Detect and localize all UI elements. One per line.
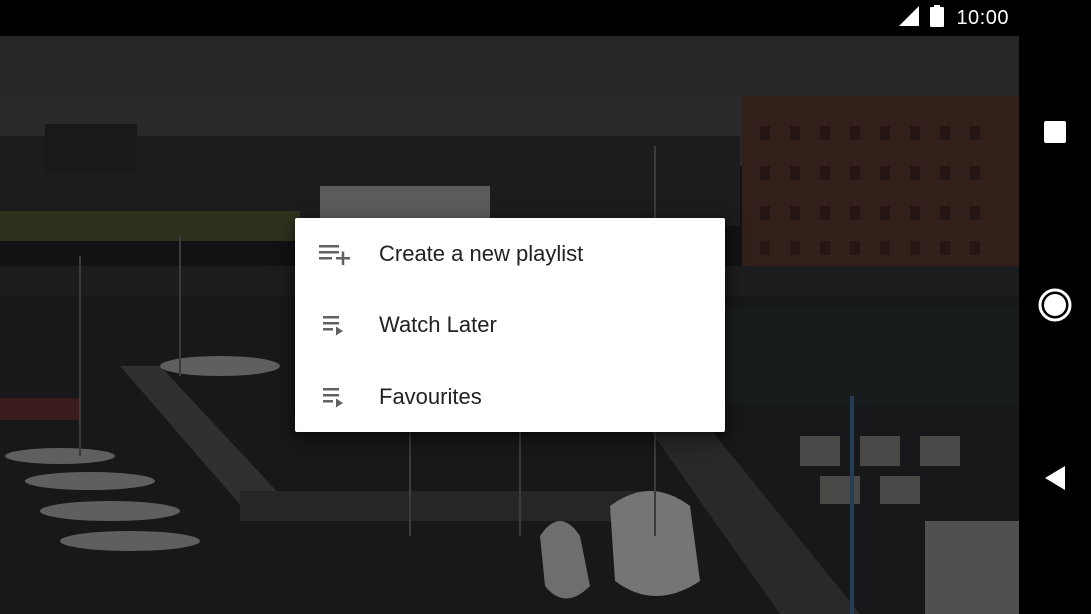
- menu-item-create-new-playlist[interactable]: Create a new playlist: [295, 218, 725, 290]
- add-to-playlist-dialog: Create a new playlist Watch Later Favour…: [295, 218, 725, 432]
- recents-button[interactable]: [1019, 98, 1091, 170]
- status-time: 10:00: [956, 6, 1009, 29]
- playlist-play-icon: [319, 383, 353, 411]
- menu-item-label: Create a new playlist: [379, 240, 584, 266]
- menu-item-label: Watch Later: [379, 312, 497, 338]
- playlist-add-icon: [319, 240, 353, 268]
- back-triangle-icon: [1043, 465, 1067, 496]
- home-button[interactable]: [1019, 271, 1091, 343]
- back-button[interactable]: [1019, 444, 1091, 516]
- home-circle-icon: [1038, 288, 1072, 327]
- menu-item-favourites[interactable]: Favourites: [295, 361, 725, 433]
- playlist-play-icon: [319, 311, 353, 339]
- system-navigation-bar: [1019, 0, 1091, 614]
- cellular-signal-icon: [898, 5, 920, 31]
- device-screen: 10:00 Create a new playlist Watch Later …: [0, 0, 1091, 614]
- menu-item-label: Favourites: [379, 383, 482, 409]
- status-icons: 10:00: [898, 0, 1009, 36]
- battery-icon: [930, 4, 945, 32]
- status-bar: 10:00: [0, 0, 1019, 36]
- menu-item-watch-later[interactable]: Watch Later: [295, 290, 725, 362]
- recents-square-icon: [1043, 120, 1067, 149]
